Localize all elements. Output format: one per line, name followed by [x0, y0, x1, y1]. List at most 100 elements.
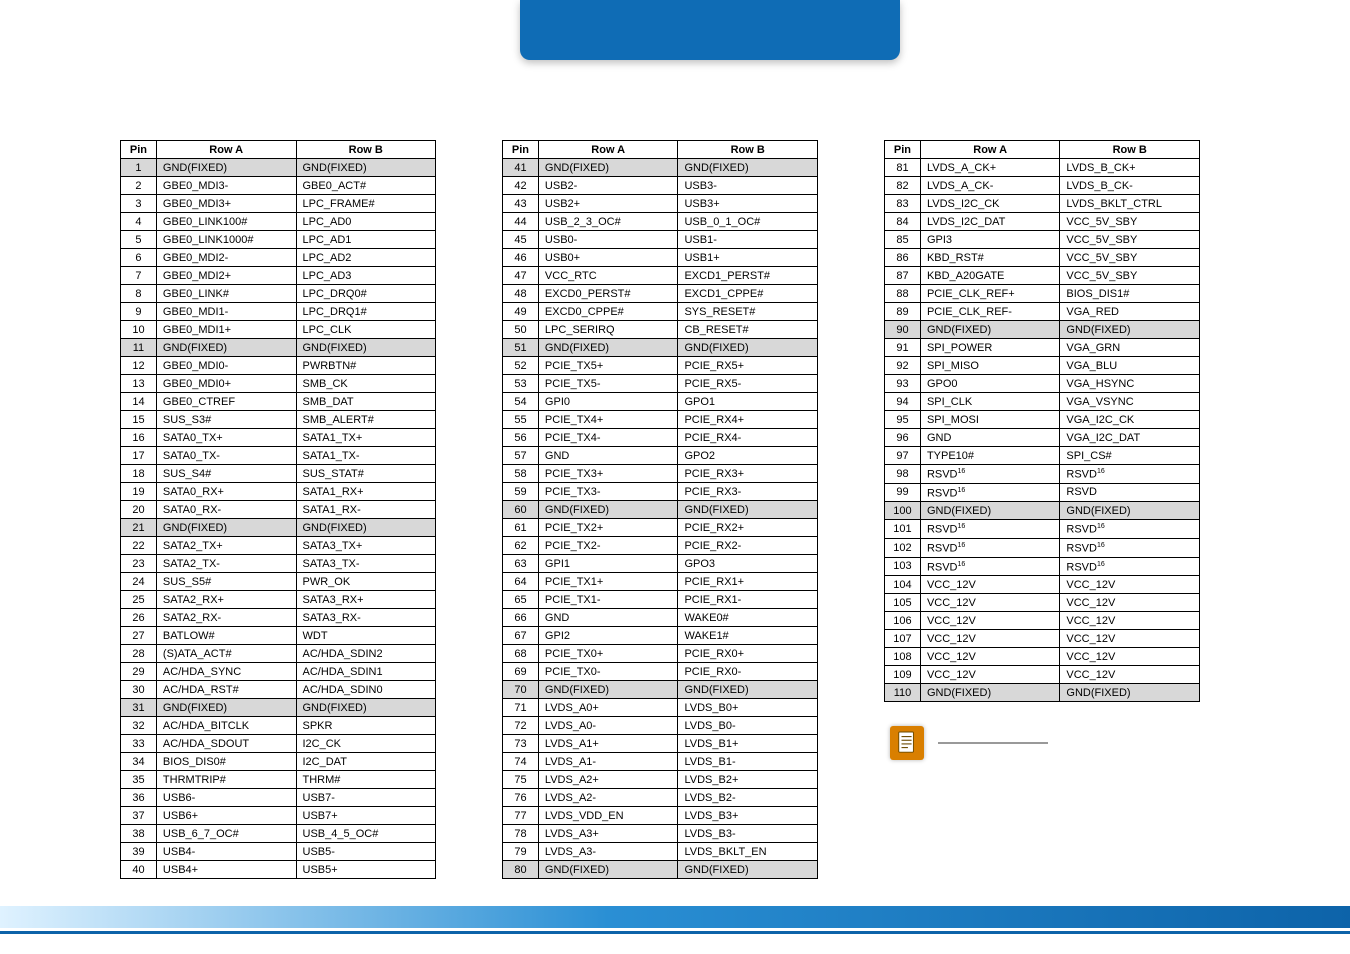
- pin-cell: 63: [503, 555, 539, 573]
- pin-cell: 85: [885, 231, 921, 249]
- pin-cell: 30: [121, 681, 157, 699]
- table-row: 93GPO0VGA_HSYNC: [885, 375, 1200, 393]
- pin-table-1: PinRow ARow B1GND(FIXED)GND(FIXED)2GBE0_…: [120, 140, 436, 879]
- table-row: 5GBE0_LINK1000#LPC_AD1: [121, 231, 436, 249]
- row-a-cell: GND(FIXED): [538, 861, 678, 879]
- pin-cell: 62: [503, 537, 539, 555]
- row-b-cell: PWRBTN#: [296, 357, 436, 375]
- pin-cell: 96: [885, 429, 921, 447]
- row-b-cell: USB5+: [296, 861, 436, 879]
- pin-cell: 15: [121, 411, 157, 429]
- row-a-cell: GND(FIXED): [538, 159, 678, 177]
- row-a-cell: GBE0_MDI3+: [156, 195, 296, 213]
- row-a-cell: LVDS_A2-: [538, 789, 678, 807]
- tables-region: PinRow ARow B1GND(FIXED)GND(FIXED)2GBE0_…: [120, 140, 1290, 879]
- pin-cell: 109: [885, 666, 921, 684]
- pin-cell: 76: [503, 789, 539, 807]
- row-b-cell: PCIE_RX3-: [678, 483, 818, 501]
- row-b-cell: GND(FIXED): [678, 339, 818, 357]
- table-row: 74LVDS_A1-LVDS_B1-: [503, 753, 818, 771]
- pin-cell: 36: [121, 789, 157, 807]
- row-a-cell: SPI_MISO: [920, 357, 1059, 375]
- pin-cell: 8: [121, 285, 157, 303]
- pin-cell: 100: [885, 502, 921, 520]
- row-a-cell: LVDS_A0-: [538, 717, 678, 735]
- page-root: { "headers": { "pin": "Pin", "a": "Row A…: [0, 0, 1350, 954]
- row-a-cell: USB_6_7_OC#: [156, 825, 296, 843]
- col-header-pin: Pin: [121, 141, 157, 159]
- row-a-cell: (S)ATA_ACT#: [156, 645, 296, 663]
- row-b-cell: EXCD1_PERST#: [678, 267, 818, 285]
- row-b-cell: LVDS_B0+: [678, 699, 818, 717]
- table-row: 98RSVD16RSVD16: [885, 465, 1200, 484]
- row-a-cell: SUS_S3#: [156, 411, 296, 429]
- row-b-cell: EXCD1_CPPE#: [678, 285, 818, 303]
- table-row: 83LVDS_I2C_CKLVDS_BKLT_CTRL: [885, 195, 1200, 213]
- row-a-cell: GND(FIXED): [156, 159, 296, 177]
- row-a-cell: PCIE_TX4+: [538, 411, 678, 429]
- row-b-cell: LVDS_BKLT_EN: [678, 843, 818, 861]
- pin-cell: 107: [885, 630, 921, 648]
- pin-cell: 99: [885, 483, 921, 502]
- pin-cell: 20: [121, 501, 157, 519]
- row-a-cell: SPI_POWER: [920, 339, 1059, 357]
- table-row: 31GND(FIXED)GND(FIXED): [121, 699, 436, 717]
- pin-cell: 12: [121, 357, 157, 375]
- table-row: 49EXCD0_CPPE#SYS_RESET#: [503, 303, 818, 321]
- row-a-cell: EXCD0_PERST#: [538, 285, 678, 303]
- row-b-cell: PCIE_RX2+: [678, 519, 818, 537]
- row-b-cell: I2C_DAT: [296, 753, 436, 771]
- row-b-cell: VCC_12V: [1060, 576, 1200, 594]
- pin-cell: 25: [121, 591, 157, 609]
- table-row: 4GBE0_LINK100#LPC_AD0: [121, 213, 436, 231]
- row-b-cell: VCC_12V: [1060, 648, 1200, 666]
- table-row: 81LVDS_A_CK+LVDS_B_CK+: [885, 159, 1200, 177]
- row-a-cell: USB4-: [156, 843, 296, 861]
- row-a-cell: GPI2: [538, 627, 678, 645]
- pin-cell: 38: [121, 825, 157, 843]
- row-b-cell: GND(FIXED): [1060, 321, 1200, 339]
- row-b-cell: VGA_I2C_CK: [1060, 411, 1200, 429]
- row-b-cell: LPC_AD2: [296, 249, 436, 267]
- footer-gradient: [0, 906, 1350, 928]
- row-a-cell: PCIE_TX2+: [538, 519, 678, 537]
- row-a-cell: PCIE_CLK_REF-: [920, 303, 1059, 321]
- row-b-cell: USB3-: [678, 177, 818, 195]
- row-a-cell: SATA2_RX-: [156, 609, 296, 627]
- pin-cell: 40: [121, 861, 157, 879]
- table-row: 108VCC_12VVCC_12V: [885, 648, 1200, 666]
- row-a-cell: GBE0_MDI2-: [156, 249, 296, 267]
- table-row: 107VCC_12VVCC_12V: [885, 630, 1200, 648]
- row-a-cell: VCC_12V: [920, 576, 1059, 594]
- table-row: 22SATA2_TX+SATA3_TX+: [121, 537, 436, 555]
- row-b-cell: SUS_STAT#: [296, 465, 436, 483]
- table-row: 55PCIE_TX4+PCIE_RX4+: [503, 411, 818, 429]
- row-b-cell: SATA1_RX+: [296, 483, 436, 501]
- row-a-cell: LVDS_A1+: [538, 735, 678, 753]
- row-a-cell: SUS_S4#: [156, 465, 296, 483]
- table-row: 68PCIE_TX0+PCIE_RX0+: [503, 645, 818, 663]
- row-a-cell: GBE0_CTREF: [156, 393, 296, 411]
- pin-cell: 50: [503, 321, 539, 339]
- row-a-cell: SATA0_TX-: [156, 447, 296, 465]
- row-b-cell: VCC_5V_SBY: [1060, 267, 1200, 285]
- row-b-cell: LPC_DRQ0#: [296, 285, 436, 303]
- row-a-cell: GBE0_LINK100#: [156, 213, 296, 231]
- table-row: 18SUS_S4#SUS_STAT#: [121, 465, 436, 483]
- row-a-cell: GBE0_MDI1+: [156, 321, 296, 339]
- row-b-cell: I2C_CK: [296, 735, 436, 753]
- pin-cell: 104: [885, 576, 921, 594]
- pin-cell: 39: [121, 843, 157, 861]
- row-a-cell: LVDS_A3-: [538, 843, 678, 861]
- row-b-cell: VCC_5V_SBY: [1060, 249, 1200, 267]
- table-row: 21GND(FIXED)GND(FIXED): [121, 519, 436, 537]
- pin-cell: 98: [885, 465, 921, 484]
- pin-cell: 106: [885, 612, 921, 630]
- table-row: 50LPC_SERIRQCB_RESET#: [503, 321, 818, 339]
- table-row: 104VCC_12VVCC_12V: [885, 576, 1200, 594]
- pin-cell: 51: [503, 339, 539, 357]
- row-b-cell: CB_RESET#: [678, 321, 818, 339]
- row-a-cell: PCIE_TX4-: [538, 429, 678, 447]
- table-row: 66GNDWAKE0#: [503, 609, 818, 627]
- table-row: 20SATA0_RX-SATA1_RX-: [121, 501, 436, 519]
